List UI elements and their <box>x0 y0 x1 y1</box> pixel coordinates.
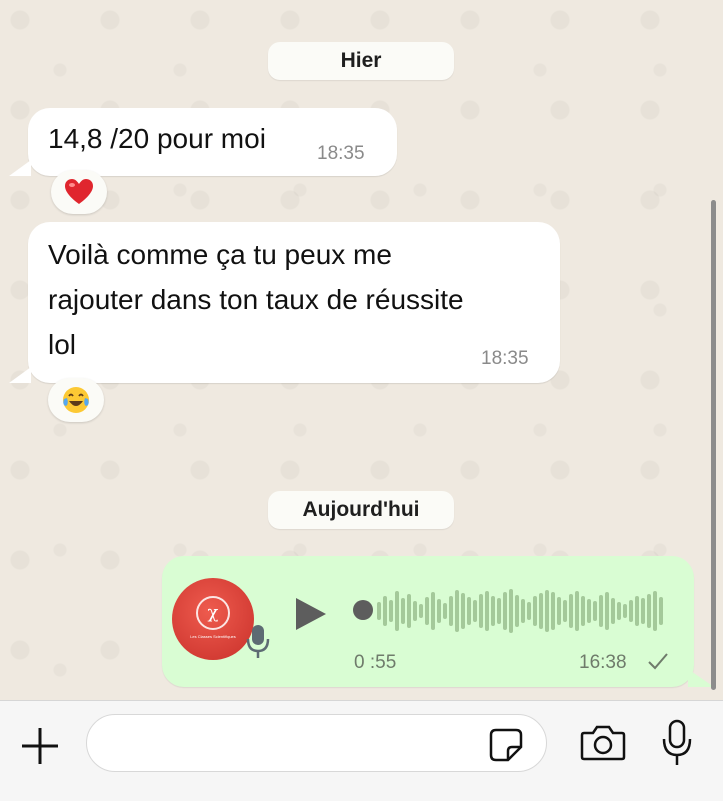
waveform-bar <box>611 598 615 624</box>
waveform-bar <box>503 592 507 630</box>
waveform-bar <box>467 597 471 625</box>
waveform-bar <box>635 596 639 626</box>
waveform-bar <box>485 591 489 631</box>
waveform-bar <box>425 597 429 625</box>
waveform-bar <box>539 593 543 629</box>
waveform-bar <box>617 602 621 620</box>
heart-emoji <box>65 179 93 204</box>
waveform-bar <box>401 598 405 624</box>
voice-duration: 0 :55 <box>354 652 397 673</box>
chat-background: Hier 14,8 /20 pour moi 18:35 Voilà comme… <box>0 0 723 700</box>
date-separator-yesterday: Hier <box>268 42 454 80</box>
message-time: 18:35 <box>481 348 529 369</box>
waveform-bar <box>575 591 579 631</box>
message-time: 18:35 <box>317 143 365 164</box>
message-line-3: lol <box>48 329 77 360</box>
bubble-tail <box>9 160 31 176</box>
audio-waveform[interactable] <box>377 588 667 634</box>
message-line-2: rajouter dans ton taux de réussite <box>48 284 464 315</box>
waveform-bar <box>527 602 531 620</box>
waveform-bar <box>629 600 633 622</box>
waveform-bar <box>545 590 549 632</box>
message-line-1: Voilà comme ça tu peux me <box>48 239 392 270</box>
waveform-bar <box>431 592 435 630</box>
waveform-bar <box>389 600 393 622</box>
waveform-bar <box>563 600 567 622</box>
waveform-bar <box>377 602 381 620</box>
waveform-bar <box>569 594 573 628</box>
message-bubble[interactable]: Voilà comme ça tu peux me rajouter dans … <box>28 222 560 383</box>
message-text: 14,8 /20 pour moi <box>48 123 266 154</box>
reaction-laugh[interactable] <box>48 378 104 422</box>
waveform-bar <box>419 604 423 618</box>
message-bubble[interactable]: 14,8 /20 pour moi 18:35 <box>28 108 397 176</box>
avatar[interactable]: χ Les Classes Scientifiques <box>172 578 254 660</box>
bubble-tail <box>9 367 31 383</box>
waveform-bar <box>479 594 483 628</box>
waveform-bar <box>521 599 525 623</box>
microphone-icon[interactable] <box>660 719 694 767</box>
waveform-bar <box>641 598 645 624</box>
waveform-bar <box>533 596 537 626</box>
waveform-bar <box>509 589 513 633</box>
waveform-bar <box>647 594 651 628</box>
reaction-heart[interactable] <box>51 170 107 214</box>
waveform-bar <box>413 601 417 621</box>
waveform-bar <box>455 590 459 632</box>
scrollbar[interactable] <box>711 200 716 690</box>
waveform-bar <box>653 591 657 631</box>
voice-message-bubble[interactable]: χ Les Classes Scientifiques 0 :55 16:38 <box>162 556 694 687</box>
waveform-bar <box>437 599 441 623</box>
playback-scrubber[interactable] <box>353 600 373 620</box>
checkmark-icon <box>648 653 668 670</box>
play-icon[interactable] <box>292 596 328 632</box>
waveform-bar <box>581 596 585 626</box>
waveform-bar <box>473 600 477 622</box>
waveform-bar <box>515 595 519 627</box>
waveform-bar <box>587 599 591 623</box>
waveform-bar <box>551 592 555 630</box>
waveform-bar <box>449 596 453 626</box>
message-input[interactable] <box>86 714 547 772</box>
waveform-bar <box>659 597 663 625</box>
waveform-bar <box>395 591 399 631</box>
waveform-bar <box>383 596 387 626</box>
plus-icon[interactable] <box>18 724 62 768</box>
microphone-badge-icon <box>246 625 270 658</box>
camera-icon[interactable] <box>580 723 626 761</box>
waveform-bar <box>497 598 501 624</box>
waveform-bar <box>443 603 447 619</box>
waveform-bar <box>623 604 627 618</box>
tears-of-joy-emoji <box>63 387 89 413</box>
avatar-caption: Les Classes Scientifiques <box>190 634 236 639</box>
composer-bar <box>0 700 723 801</box>
date-separator-today: Aujourd'hui <box>268 491 454 529</box>
sticker-icon[interactable] <box>488 727 524 763</box>
waveform-bar <box>491 596 495 626</box>
avatar-logo: χ <box>196 596 230 630</box>
waveform-bar <box>599 595 603 627</box>
waveform-bar <box>461 593 465 629</box>
waveform-bar <box>593 601 597 621</box>
waveform-bar <box>557 597 561 625</box>
waveform-bar <box>407 594 411 628</box>
message-time: 16:38 <box>579 652 627 673</box>
waveform-bar <box>605 592 609 630</box>
